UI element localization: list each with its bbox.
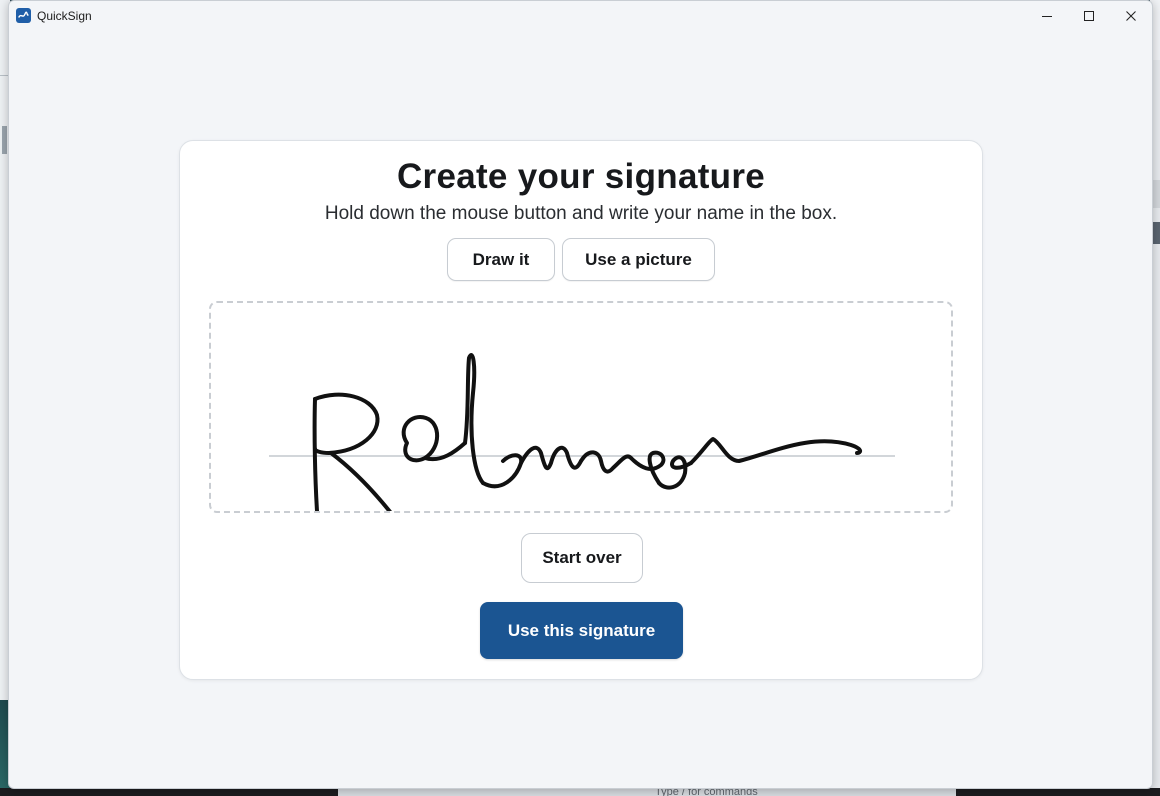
maximize-icon (1084, 11, 1094, 21)
window-title: QuickSign (37, 9, 92, 23)
background-panel-fragment (1153, 222, 1160, 244)
background-scroll-handle (2, 126, 7, 154)
instruction-text: Hold down the mouse button and write you… (324, 203, 838, 224)
draw-it-button[interactable]: Draw it (447, 238, 555, 281)
app-window: QuickSign Create your signature Hold dow… (8, 0, 1153, 789)
close-icon (1126, 11, 1136, 21)
signature-pad[interactable] (209, 301, 953, 513)
background-panel-fragment (1153, 180, 1160, 208)
maximize-button[interactable] (1067, 1, 1111, 31)
desktop-bottom-edge: Type / for commands (0, 786, 1160, 796)
minimize-button[interactable] (1025, 1, 1069, 31)
quicksign-app-icon (16, 8, 31, 23)
close-button[interactable] (1109, 1, 1152, 31)
use-this-signature-button[interactable]: Use this signature (480, 602, 683, 659)
signature-card: Create your signature Hold down the mous… (179, 140, 983, 680)
minimize-icon (1042, 16, 1052, 17)
use-a-picture-button[interactable]: Use a picture (562, 238, 715, 281)
background-editor-strip (338, 788, 956, 796)
signature-ink (312, 353, 863, 511)
page-title: Create your signature (396, 157, 766, 196)
title-bar[interactable]: QuickSign (9, 1, 1152, 31)
start-over-button[interactable]: Start over (521, 533, 643, 583)
signature-canvas[interactable] (211, 303, 951, 511)
